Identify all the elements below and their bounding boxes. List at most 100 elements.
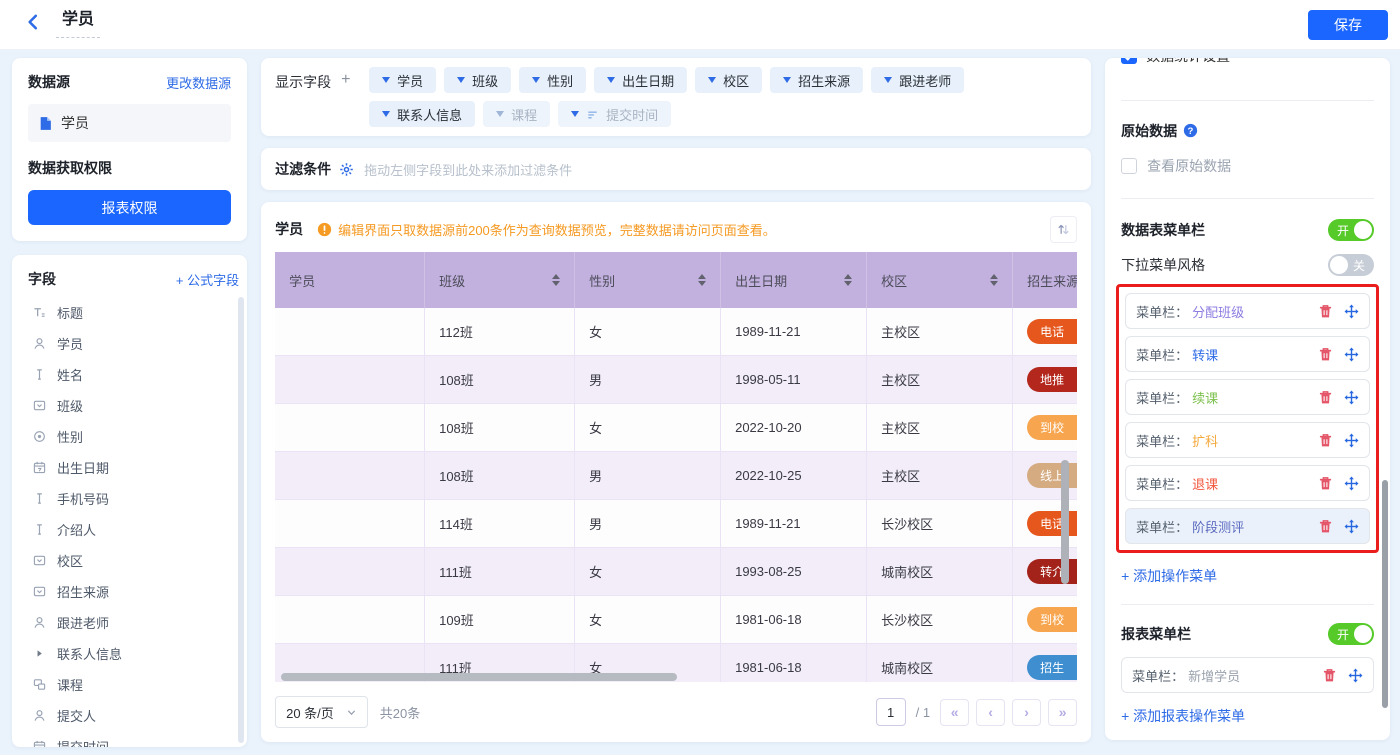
table-vertical-scrollbar[interactable] (1061, 460, 1069, 584)
field-item-性别[interactable]: 性别 (28, 421, 239, 452)
topbar: 学员 保存 (0, 0, 1400, 50)
menu-bar-item-扩科[interactable]: 菜单栏：扩科 (1125, 422, 1370, 458)
add-report-action-menu-link[interactable]: + 添加报表操作菜单 (1121, 706, 1245, 726)
sort-arrows-icon[interactable] (552, 274, 560, 286)
column-header-出生日期[interactable]: 出生日期 (721, 252, 867, 308)
table-horizontal-scrollbar[interactable] (281, 673, 677, 681)
trash-icon[interactable] (1318, 433, 1333, 448)
move-icon[interactable] (1344, 304, 1359, 319)
table-row[interactable]: 108班男1998-05-11主校区地推 (275, 356, 1077, 404)
add-action-menu-link[interactable]: + 添加操作菜单 (1121, 566, 1217, 586)
menu-bar-item-转课[interactable]: 菜单栏：转课 (1125, 336, 1370, 372)
table-cell: 1989-11-21 (721, 308, 867, 356)
field-item-联系人信息[interactable]: 联系人信息 (28, 638, 239, 669)
field-item-招生来源[interactable]: 招生来源 (28, 576, 239, 607)
checked-checkbox[interactable] (1121, 58, 1137, 64)
column-header-校区[interactable]: 校区 (867, 252, 1013, 308)
report-permission-button[interactable]: 报表权限 (28, 190, 231, 225)
menu-bar-item-退课[interactable]: 菜单栏：退课 (1125, 465, 1370, 501)
table-row[interactable]: 112班女1989-11-21主校区电话 (275, 308, 1077, 356)
column-header-学员[interactable]: 学员 (275, 252, 425, 308)
field-item-课程[interactable]: 课程 (28, 669, 239, 700)
back-button[interactable] (24, 13, 42, 36)
field-item-出生日期[interactable]: 出生日期 (28, 452, 239, 483)
gear-icon[interactable] (339, 162, 354, 177)
field-item-学员[interactable]: 学员 (28, 328, 239, 359)
field-item-介绍人[interactable]: 介绍人 (28, 514, 239, 545)
display-field-chip-班级[interactable]: 班级 (444, 67, 511, 93)
trash-icon[interactable] (1318, 304, 1333, 319)
field-item-标题[interactable]: 标题 (28, 297, 239, 328)
row-order-button[interactable] (1050, 216, 1077, 243)
dropdown-style-toggle[interactable]: 关 (1328, 254, 1374, 276)
trash-icon[interactable] (1322, 668, 1337, 683)
datasource-item[interactable]: 学员 (28, 104, 231, 142)
chip-label: 性别 (547, 71, 573, 90)
menu-bar-item-新增学员[interactable]: 菜单栏：新增学员 (1121, 657, 1374, 693)
dropdown-style-label: 下拉菜单风格 (1121, 255, 1205, 275)
settings-scrollbar[interactable] (1382, 480, 1388, 708)
display-field-chip-提交时间[interactable]: 提交时间 (558, 101, 671, 127)
clipped-setting-row[interactable]: 数据统计设置 (1121, 58, 1374, 68)
trash-icon[interactable] (1318, 476, 1333, 491)
add-formula-field-link[interactable]: + 公式字段 (176, 270, 239, 289)
table-row[interactable]: 114班男1989-11-21长沙校区电话 (275, 500, 1077, 548)
move-icon[interactable] (1344, 433, 1359, 448)
table-row[interactable]: 111班女1993-08-25城南校区转介 (275, 548, 1077, 596)
sort-arrows-icon[interactable] (698, 274, 706, 286)
display-field-chip-校区[interactable]: 校区 (695, 67, 762, 93)
menu-bar-item-阶段测评[interactable]: 菜单栏：阶段测评 (1125, 508, 1370, 544)
table-cell: 2022-10-25 (721, 452, 867, 500)
column-header-班级[interactable]: 班级 (425, 252, 575, 308)
field-item-姓名[interactable]: 姓名 (28, 359, 239, 390)
column-header-性别[interactable]: 性别 (575, 252, 721, 308)
display-field-chip-性别[interactable]: 性别 (519, 67, 586, 93)
add-display-field-button[interactable]: + (341, 72, 350, 88)
prev-page-button[interactable]: ‹ (976, 699, 1005, 726)
field-item-手机号码[interactable]: 手机号码 (28, 483, 239, 514)
move-icon[interactable] (1344, 347, 1359, 362)
field-label: 介绍人 (57, 520, 96, 539)
column-header-招生来源[interactable]: 招生来源 (1013, 252, 1077, 308)
sort-arrows-icon[interactable] (990, 274, 998, 286)
next-page-button[interactable]: › (1012, 699, 1041, 726)
trash-icon[interactable] (1318, 519, 1333, 534)
table-menu-toggle[interactable]: 开 (1328, 219, 1374, 241)
trash-icon[interactable] (1318, 390, 1333, 405)
move-icon[interactable] (1344, 390, 1359, 405)
last-page-button[interactable]: » (1048, 699, 1077, 726)
field-item-跟进老师[interactable]: 跟进老师 (28, 607, 239, 638)
table-row[interactable]: 108班男2022-10-25主校区线上 (275, 452, 1077, 500)
field-item-班级[interactable]: 班级 (28, 390, 239, 421)
chevron-down-icon (783, 77, 791, 83)
question-icon[interactable]: ? (1183, 123, 1198, 138)
view-raw-data-checkbox-row[interactable]: 查看原始数据 (1121, 156, 1374, 176)
change-datasource-link[interactable]: 更改数据源 (166, 73, 231, 92)
display-field-chip-课程[interactable]: 课程 (483, 101, 550, 127)
field-item-校区[interactable]: 校区 (28, 545, 239, 576)
display-field-chip-联系人信息[interactable]: 联系人信息 (369, 101, 475, 127)
menu-bar-item-分配班级[interactable]: 菜单栏：分配班级 (1125, 293, 1370, 329)
save-button[interactable]: 保存 (1308, 10, 1388, 40)
current-page-input[interactable]: 1 (876, 698, 906, 726)
filter-card[interactable]: 过滤条件 拖动左侧字段到此处来添加过滤条件 (261, 148, 1091, 190)
display-field-chip-跟进老师[interactable]: 跟进老师 (871, 67, 964, 93)
display-field-chip-招生来源[interactable]: 招生来源 (770, 67, 863, 93)
move-icon[interactable] (1344, 476, 1359, 491)
move-icon[interactable] (1348, 668, 1363, 683)
menu-bar-item-续课[interactable]: 菜单栏：续课 (1125, 379, 1370, 415)
report-menu-toggle[interactable]: 开 (1328, 623, 1374, 645)
field-item-提交时间[interactable]: 提交时间 (28, 731, 239, 747)
page-size-select[interactable]: 20 条/页 (275, 696, 368, 728)
sort-arrows-icon[interactable] (844, 274, 852, 286)
field-item-提交人[interactable]: 提交人 (28, 700, 239, 731)
move-icon[interactable] (1344, 519, 1359, 534)
checkbox[interactable] (1121, 158, 1137, 174)
table-row[interactable]: 109班女1981-06-18长沙校区到校 (275, 596, 1077, 644)
first-page-button[interactable]: « (940, 699, 969, 726)
fields-scrollbar[interactable] (238, 297, 244, 743)
display-field-chip-学员[interactable]: 学员 (369, 67, 436, 93)
table-row[interactable]: 108班女2022-10-20主校区到校 (275, 404, 1077, 452)
trash-icon[interactable] (1318, 347, 1333, 362)
display-field-chip-出生日期[interactable]: 出生日期 (594, 67, 687, 93)
